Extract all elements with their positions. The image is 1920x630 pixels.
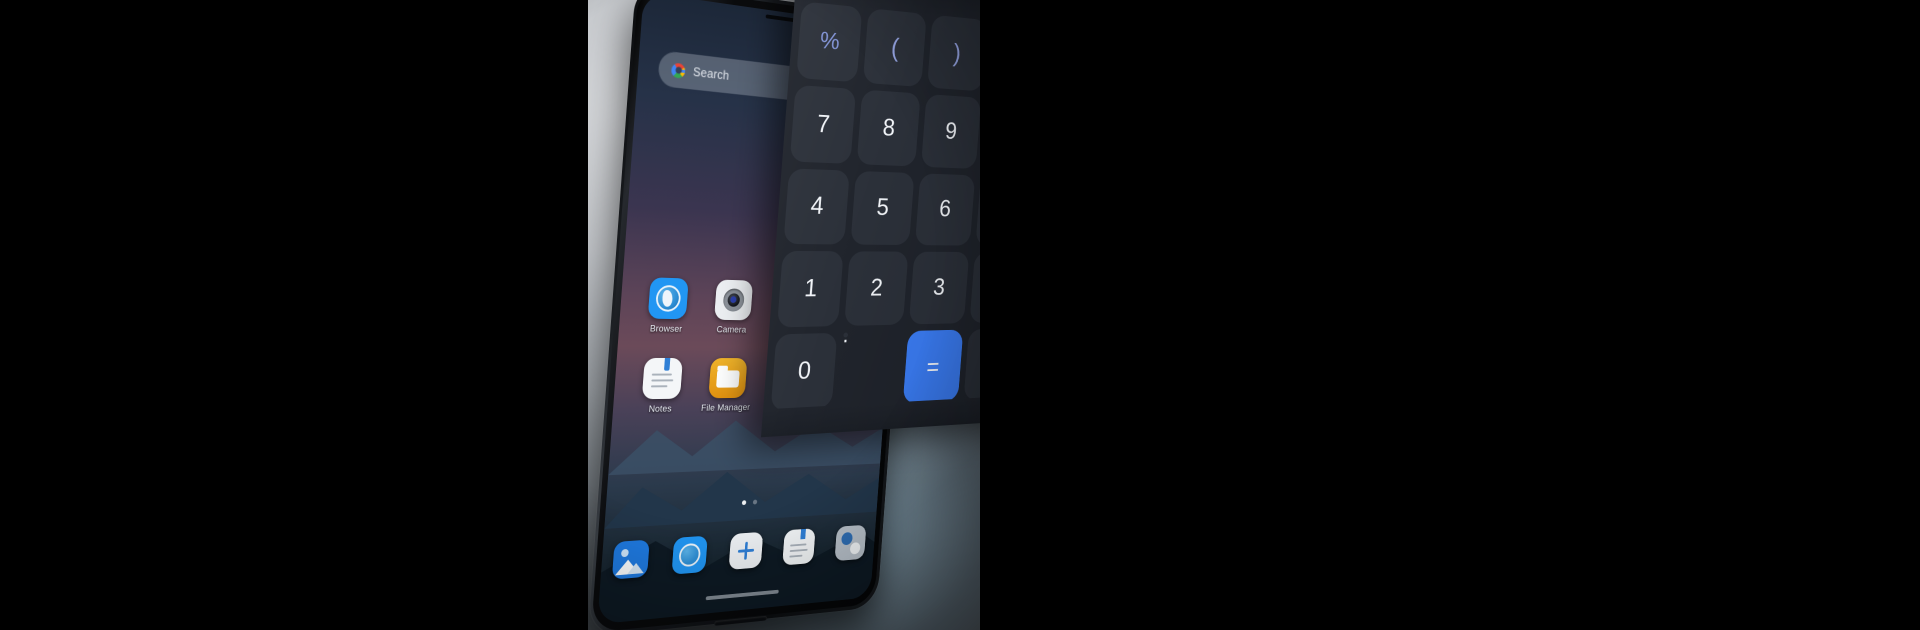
screenshot-canvas: Search Browser Camera [0,0,1920,630]
photo-vignette [588,0,980,630]
letterbox-right [980,0,1920,630]
phone-photo: Search Browser Camera [588,0,980,630]
letterbox-left [0,0,588,630]
